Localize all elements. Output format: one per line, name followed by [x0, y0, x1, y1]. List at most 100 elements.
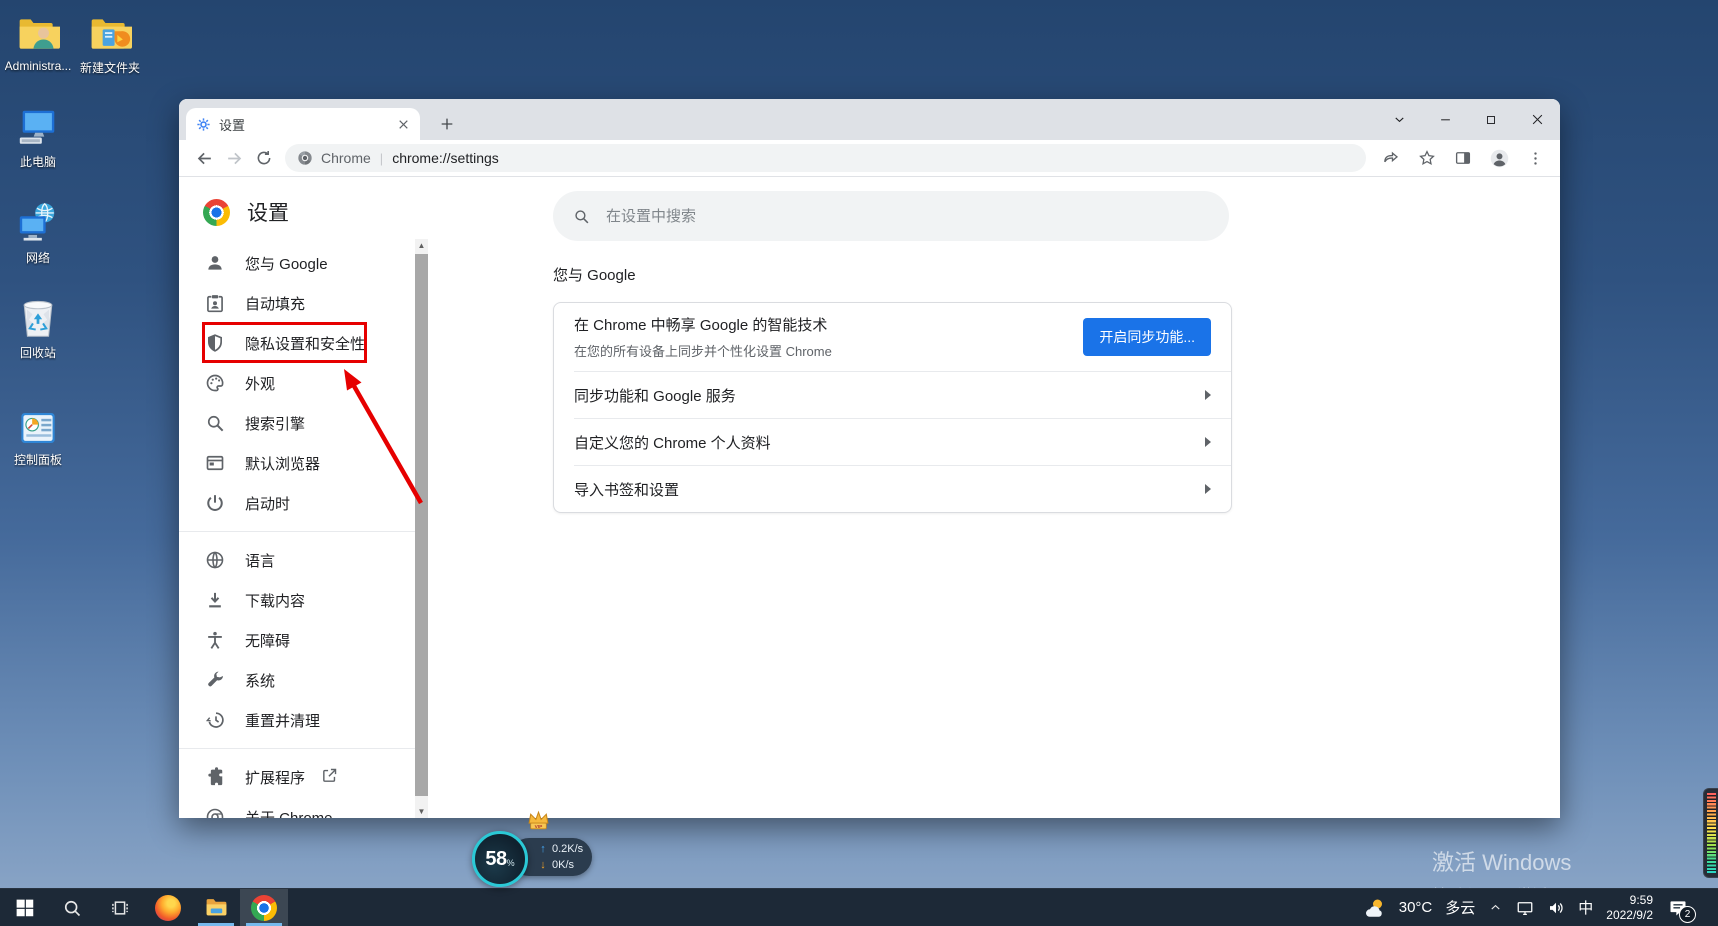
chrome-window: 设置 Chrome | chrome://settings [179, 99, 1560, 818]
menu-dots-icon[interactable] [1520, 143, 1550, 173]
sidebar-item-search-engine[interactable]: 搜索引擎 [179, 403, 415, 443]
sidebar-item-autofill[interactable]: 自动填充 [179, 283, 415, 323]
reload-button[interactable] [249, 143, 279, 173]
taskbar-search-button[interactable] [48, 889, 96, 926]
task-view-button[interactable] [96, 889, 144, 926]
clock-date: 2022/9/2 [1606, 908, 1653, 923]
person-icon [205, 253, 225, 273]
chevron-right-icon [1205, 437, 1211, 447]
weather-desc[interactable]: 多云 [1445, 897, 1475, 918]
share-icon[interactable] [1376, 143, 1406, 173]
tab-settings[interactable]: 设置 [186, 108, 420, 140]
network-tray-icon[interactable] [1516, 899, 1534, 917]
sidebar-item-about-chrome[interactable]: 关于 Chrome [179, 797, 415, 818]
turn-on-sync-button[interactable]: 开启同步功能... [1083, 318, 1211, 356]
desktop-icon-new-folder[interactable]: 新建文件夹 [76, 8, 144, 76]
forward-button[interactable] [219, 143, 249, 173]
profile-avatar[interactable] [1484, 143, 1514, 173]
desktop-icon-network[interactable]: 网络 [4, 198, 72, 266]
sidebar-item-appearance[interactable]: 外观 [179, 363, 415, 403]
volume-icon[interactable] [1547, 899, 1565, 917]
taskbar-chrome-button[interactable] [240, 889, 288, 926]
maximize-button[interactable] [1468, 99, 1514, 140]
start-button[interactable] [0, 889, 48, 926]
desktop-icon-control-panel[interactable]: 控制面板 [4, 400, 72, 468]
meter-bars-icon [1707, 793, 1716, 873]
puzzle-icon [205, 767, 225, 787]
bookmark-star-icon[interactable] [1412, 143, 1442, 173]
customize-profile-row[interactable]: 自定义您的 Chrome 个人资料 [554, 419, 1231, 465]
minimize-button[interactable] [1422, 99, 1468, 140]
network-icon [15, 198, 61, 246]
sync-promo-row: 在 Chrome 中畅享 Google 的智能技术 在您的所有设备上同步并个性化… [554, 303, 1231, 371]
sidebar-item-languages[interactable]: 语言 [179, 540, 415, 580]
sidebar-item-reset-cleanup[interactable]: 重置并清理 [179, 700, 415, 740]
chevron-right-icon [1205, 484, 1211, 494]
sidebar-item-on-startup[interactable]: 启动时 [179, 483, 415, 523]
desktop-icon-label: Administra... [5, 59, 72, 73]
new-tab-button[interactable] [431, 108, 463, 140]
scrollbar-thumb[interactable] [415, 254, 428, 796]
sidebar-item-system[interactable]: 系统 [179, 660, 415, 700]
recycle-bin-icon [16, 293, 60, 341]
back-button[interactable] [189, 143, 219, 173]
address-bar[interactable]: Chrome | chrome://settings [285, 144, 1366, 172]
sidebar-item-default-browser[interactable]: 默认浏览器 [179, 443, 415, 483]
sidebar-item-privacy-security[interactable]: 隐私设置和安全性 [179, 323, 415, 363]
sidebar-divider [179, 748, 415, 749]
boost-percent-unit: % [507, 858, 515, 868]
sidebar-item-downloads[interactable]: 下载内容 [179, 580, 415, 620]
desktop-icon-admin-folder[interactable]: Administra... [4, 8, 72, 73]
sidebar-item-extensions[interactable]: 扩展程序 [179, 757, 415, 797]
power-icon [205, 493, 225, 513]
scrollbar-up-arrow[interactable]: ▲ [415, 239, 428, 252]
download-arrow-icon: ↓ [538, 859, 548, 871]
url-text: chrome://settings [392, 150, 499, 166]
window-controls [1376, 99, 1560, 140]
side-panel-icon[interactable] [1448, 143, 1478, 173]
desktop-icon-recycle-bin[interactable]: 回收站 [4, 293, 72, 361]
sidebar-item-you-and-google[interactable]: 您与 Google [179, 243, 415, 283]
task-view-icon [110, 898, 130, 918]
taskbar-clock[interactable]: 9:59 2022/9/2 [1606, 893, 1653, 923]
notification-center-button[interactable]: 2 [1666, 896, 1690, 920]
import-bookmarks-row[interactable]: 导入书签和设置 [554, 466, 1231, 512]
download-icon [205, 590, 225, 610]
tray-chevron-up-icon[interactable] [1488, 900, 1503, 915]
desktop-icon-this-pc[interactable]: 此电脑 [4, 102, 72, 170]
sidebar-item-accessibility[interactable]: 无障碍 [179, 620, 415, 660]
sync-and-google-services-row[interactable]: 同步功能和 Google 服务 [554, 372, 1231, 418]
chrome-outline-icon [205, 807, 225, 818]
firefox-icon [155, 895, 181, 921]
shield-icon [205, 333, 225, 353]
tab-search-chevron-icon[interactable] [1376, 99, 1422, 140]
settings-scrollbar[interactable]: ▲ ▼ [415, 239, 428, 818]
watermark-line1: 激活 Windows [1432, 845, 1613, 877]
boost-percentage-gauge[interactable]: 58 % [472, 831, 528, 887]
chevron-right-icon [1205, 390, 1211, 400]
scrollbar-down-arrow[interactable]: ▼ [415, 805, 428, 818]
speed-booster-widget[interactable]: ↑ 0.2K/s ↓ 0K/s VIP 58 % [468, 808, 608, 892]
sync-promo-subtitle: 在您的所有设备上同步并个性化设置 Chrome [574, 341, 1083, 360]
chrome-page-icon [297, 150, 313, 166]
toolbar-actions [1376, 143, 1550, 173]
weather-icon[interactable] [1362, 896, 1386, 920]
file-explorer-icon [204, 895, 229, 920]
edge-meter-widget[interactable] [1703, 788, 1718, 878]
wrench-icon [205, 670, 225, 690]
tab-strip: 设置 [179, 99, 1560, 140]
magnifier-icon [205, 413, 225, 433]
system-tray: 30°C 多云 中 9:59 2022/9/2 2 [1362, 889, 1718, 926]
weather-temp[interactable]: 30°C [1399, 899, 1433, 916]
desktop: Administra... 新建文件夹 此电脑 网络 回收站 控制面板 设置 [0, 0, 1718, 926]
settings-gear-icon [196, 117, 211, 132]
taskbar-firefox-button[interactable] [144, 889, 192, 926]
page-title: 设置 [247, 197, 289, 227]
upload-speed: 0.2K/s [552, 843, 583, 855]
settings-main: 您与 Google 在 Chrome 中畅享 Google 的智能技术 在您的所… [428, 177, 1560, 818]
tab-close-icon[interactable] [397, 118, 410, 131]
taskbar-explorer-button[interactable] [192, 889, 240, 926]
history-reset-icon [205, 710, 225, 730]
ime-indicator[interactable]: 中 [1578, 897, 1593, 918]
close-button[interactable] [1514, 99, 1560, 140]
